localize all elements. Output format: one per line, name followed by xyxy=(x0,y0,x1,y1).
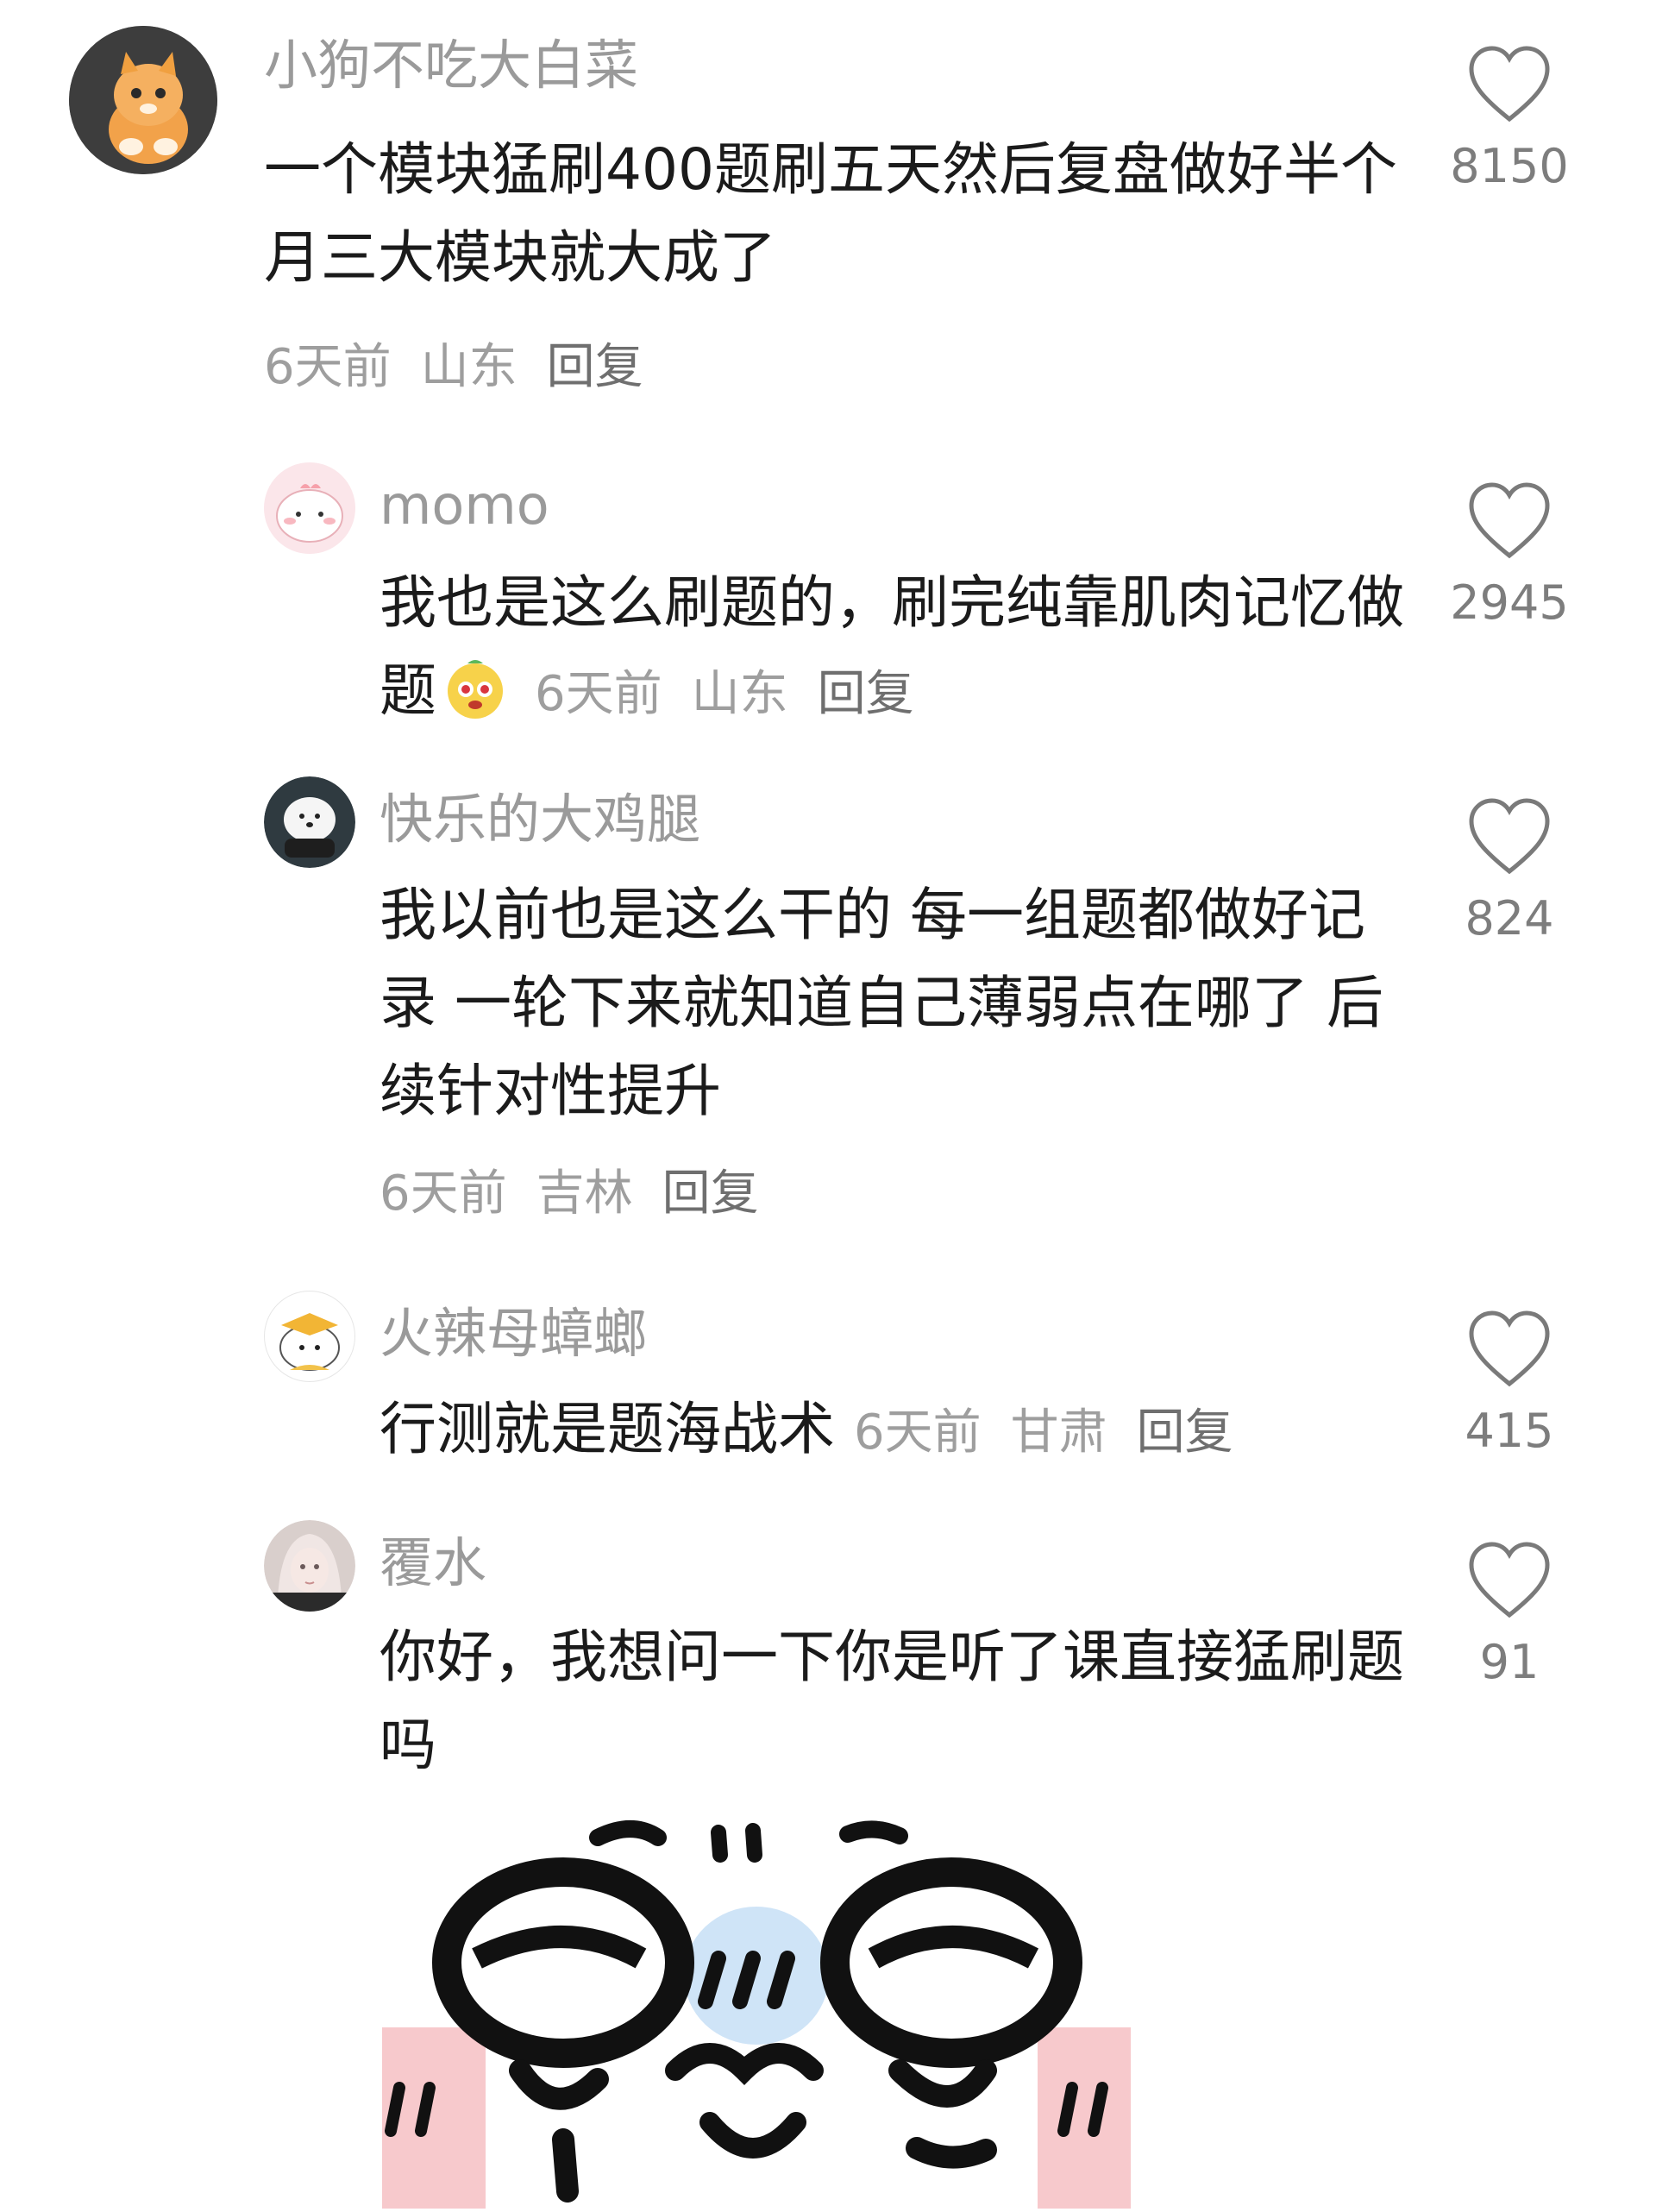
heart-outline-icon[interactable] xyxy=(1466,45,1552,124)
timestamp: 6天前 xyxy=(264,339,392,395)
comment-text: 行测就是题海战术 6天前 甘肃 回复 xyxy=(380,1386,1440,1477)
comment-meta: 6天前 山东 回复 xyxy=(264,328,673,398)
avatar[interactable] xyxy=(264,1520,355,1612)
comment-meta: 6天前 山东 回复 xyxy=(535,666,944,722)
comment-body: 我以前也是这么干的 每一组题都做好记录 一轮下来就知道自己薄弱点在哪了 后续针对… xyxy=(380,882,1383,1124)
timestamp: 6天前 xyxy=(535,666,662,722)
comment-text: 我也是这么刷题的，刷完纯靠肌肉记忆做题 6天前 山东 回复 xyxy=(380,559,1440,738)
location: 山东 xyxy=(420,339,518,395)
comment-meta: 6天前 吉林 回复 xyxy=(380,1154,788,1224)
comment-text: 你好，我想问一下你是听了课直接猛刷题吗 xyxy=(380,1613,1440,1789)
timestamp: 6天前 xyxy=(380,1166,507,1222)
like-count: 2945 xyxy=(1450,575,1569,630)
reply-button[interactable]: 回复 xyxy=(547,339,643,395)
comment-body: 行测就是题海战术 xyxy=(380,1396,835,1462)
comment-body: 你好，我想问一下你是听了课直接猛刷题吗 xyxy=(380,1624,1404,1778)
like-button[interactable]: 8150 xyxy=(1363,45,1656,197)
comment-meta: 6天前 甘肃 回复 xyxy=(854,1404,1263,1461)
heart-outline-icon[interactable] xyxy=(1466,797,1552,877)
like-count: 824 xyxy=(1465,891,1554,946)
location: 吉林 xyxy=(536,1166,633,1222)
username[interactable]: 快乐的大鸡腿 xyxy=(380,785,700,854)
like-count: 415 xyxy=(1465,1404,1554,1458)
heart-outline-icon[interactable] xyxy=(1466,1310,1552,1389)
heart-outline-icon[interactable] xyxy=(1466,1541,1552,1620)
avatar[interactable] xyxy=(264,462,355,554)
username[interactable]: 小狗不吃大白菜 xyxy=(264,31,638,100)
reply-button[interactable]: 回复 xyxy=(1137,1404,1233,1461)
like-button[interactable]: 824 xyxy=(1363,797,1656,949)
timestamp: 6天前 xyxy=(854,1404,982,1461)
avatar[interactable] xyxy=(264,1291,355,1382)
reply-button[interactable]: 回复 xyxy=(662,1166,759,1222)
location: 甘肃 xyxy=(1010,1404,1107,1461)
like-button[interactable]: 91 xyxy=(1363,1541,1656,1693)
avatar[interactable] xyxy=(69,26,217,174)
avatar[interactable] xyxy=(264,776,355,868)
like-count: 91 xyxy=(1479,1635,1540,1689)
comment-text: 我以前也是这么干的 每一组题都做好记录 一轮下来就知道自己薄弱点在哪了 后续针对… xyxy=(380,871,1389,1135)
comment-text: 一个模块猛刷400题刷五天然后复盘做好半个月三大模块就大成了 xyxy=(264,126,1428,302)
username[interactable]: momo xyxy=(380,471,549,540)
like-button[interactable]: 415 xyxy=(1363,1310,1656,1461)
heart-outline-icon[interactable] xyxy=(1466,481,1552,561)
crying-face-emoji xyxy=(448,660,503,719)
location: 山东 xyxy=(691,666,788,722)
comment-body: 一个模块猛刷400题刷五天然后复盘做好半个月三大模块就大成了 xyxy=(264,136,1397,291)
cartoon-faces-sticker[interactable] xyxy=(382,1812,1131,2209)
like-count: 8150 xyxy=(1450,139,1569,193)
reply-button[interactable]: 回复 xyxy=(818,666,914,722)
username[interactable]: 火辣母蟑螂 xyxy=(380,1299,647,1368)
like-button[interactable]: 2945 xyxy=(1363,481,1656,633)
username[interactable]: 覆水 xyxy=(380,1529,486,1598)
